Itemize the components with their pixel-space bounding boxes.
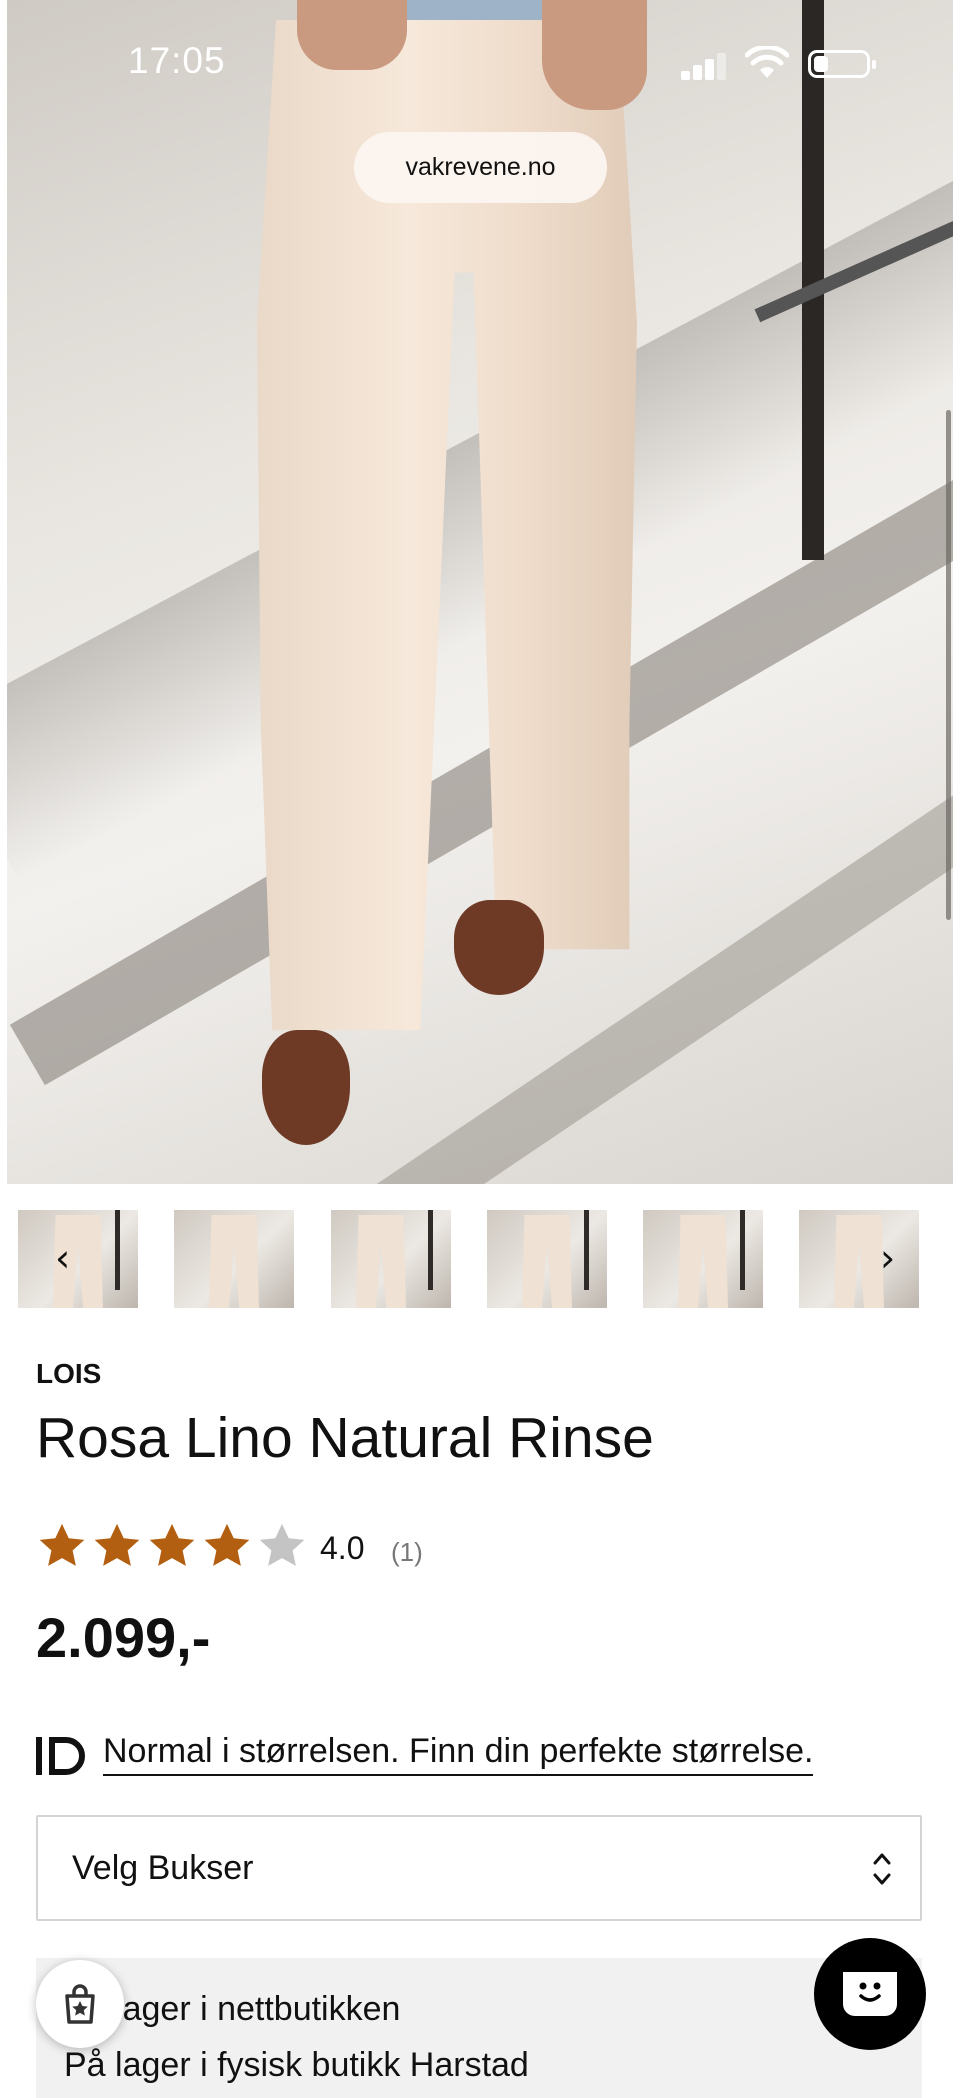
image-hand-left [297,0,407,70]
star-filled-icon [204,1523,250,1566]
size-select-value: Velg Bukser [72,1849,254,1887]
star-filled-icon [94,1523,140,1566]
status-time: 17:05 [128,40,226,81]
image-shoe-right [454,900,544,995]
cellular-signal-icon [681,50,727,80]
thumbnail[interactable] [487,1210,607,1308]
stock-status-panel: På lager i nettbutikken På lager i fysis… [36,1958,922,2098]
size-guide-link[interactable]: Normal i størrelsen. Finn din perfekte s… [103,1732,814,1776]
thumbnail[interactable] [18,1210,138,1308]
chat-face-icon [843,1972,897,2016]
star-empty-icon [259,1523,305,1566]
star-bag-icon [65,1984,95,2024]
star-filled-icon [149,1523,195,1566]
page-scrollbar[interactable] [946,410,951,920]
image-hand-right [542,0,647,110]
star-filled-icon [39,1523,85,1566]
rating-count[interactable]: (1) [391,1537,423,1568]
thumbnail-next-arrow[interactable]: › [880,1238,895,1278]
product-brand[interactable]: LOIS [36,1358,101,1390]
thumbnail[interactable] [643,1210,763,1308]
thumbnail-strip [18,1210,942,1310]
url-bar[interactable]: vakrevene.no [354,132,607,203]
thumbnail[interactable] [799,1210,919,1308]
thumbnail[interactable] [331,1210,451,1308]
image-shoe-left [262,1030,350,1145]
rating-value: 4.0 [320,1530,365,1566]
wishlist-button[interactable] [36,1960,124,2048]
product-title: Rosa Lino Natural Rinse [36,1406,654,1470]
chat-button[interactable] [814,1938,926,2050]
chevron-updown-icon [873,1853,891,1885]
product-price: 2.099,- [36,1606,211,1669]
rating-stars[interactable] [36,1520,308,1572]
wifi-icon [745,46,789,78]
thumbnail-prev-arrow[interactable]: ‹ [55,1238,70,1278]
battery-icon [808,50,876,78]
size-select[interactable]: Velg Bukser [36,1815,922,1921]
thumbnail[interactable] [174,1210,294,1308]
id-size-logo-icon [36,1737,85,1775]
stock-store: På lager i fysisk butikk Harstad [64,2046,529,2084]
